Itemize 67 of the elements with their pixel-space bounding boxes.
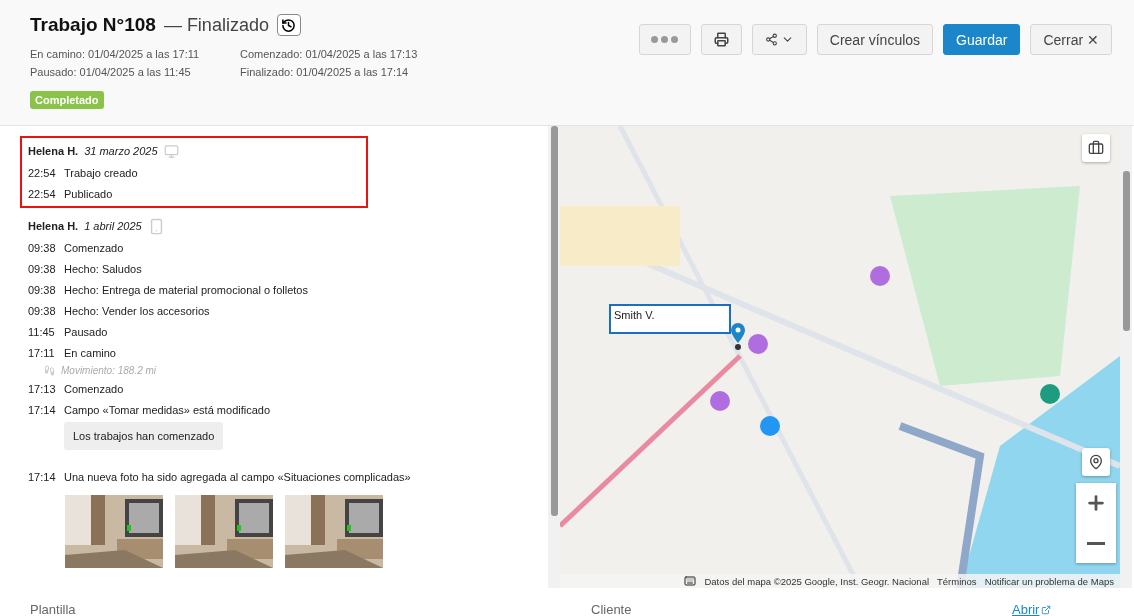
share-button[interactable]	[751, 24, 807, 55]
status-date: Comenzado: 01/04/2025 a las 17:13	[240, 48, 419, 60]
entry-text: Hecho: Vender los accesorios	[64, 304, 210, 317]
entry-time: 09:38	[28, 241, 56, 254]
entry-text: Una nueva foto ha sido agregada al campo «Situaciones complicadas»	[64, 470, 411, 483]
footprints-icon	[44, 365, 55, 376]
zoom-out-button[interactable]	[1076, 523, 1116, 563]
author-name: Helena H.	[28, 145, 79, 157]
print-icon	[713, 32, 729, 47]
entry-text: En camino	[64, 346, 116, 359]
marker-label: Smith V.	[609, 304, 731, 334]
status-date: Pausado: 01/04/2025 a las 11:45	[30, 66, 192, 78]
keyboard-icon[interactable]	[684, 575, 697, 587]
entry-time: 11:45	[28, 325, 56, 338]
entry-date: 1 abril 2025	[84, 220, 142, 232]
author-name: Helena H.	[28, 220, 79, 232]
entry-date: 31 marzo 2025	[84, 145, 158, 157]
status-date: En camino: 01/04/2025 a las 17:11	[30, 48, 201, 60]
open-link[interactable]: Abrir	[1012, 603, 1052, 616]
entry-text: Campo «Tomar medidas» está modificado	[64, 403, 271, 416]
entry-text: Hecho: Entrega de material promocional o folletos	[64, 283, 308, 296]
history-icon	[281, 17, 297, 33]
entry-time: 17:14	[28, 403, 56, 416]
map-link[interactable]: Notificar un problema de Maps	[984, 575, 1114, 587]
job-title: Trabajo N°108	[30, 14, 156, 36]
job-status: — Finalizado	[163, 14, 269, 36]
share-icon	[764, 33, 778, 46]
monitor-icon	[163, 143, 179, 159]
entry-text: Publicado	[64, 187, 113, 200]
entry-time: 22:54	[28, 187, 56, 200]
location-pin-icon	[1088, 454, 1104, 470]
zoom-in-button[interactable]	[1076, 483, 1116, 523]
briefcase-button[interactable]	[1082, 134, 1110, 162]
map-link[interactable]: Términos	[937, 575, 977, 587]
status-badge: Completado	[30, 91, 104, 109]
entry-time: 17:13	[28, 382, 56, 395]
scrollbar[interactable]	[548, 126, 560, 588]
map-pin-icon	[731, 323, 745, 351]
plus-icon	[1085, 492, 1107, 514]
field-label: Cliente	[591, 603, 633, 616]
entry-time: 09:38	[28, 283, 56, 296]
history-button[interactable]	[276, 14, 301, 36]
entry-time: 17:11	[28, 346, 56, 359]
entry-text: Hecho: Saludos	[64, 262, 142, 275]
map-attribution: Datos del mapa ©2025 Google, Inst. Geogr. Nacional	[704, 575, 930, 587]
entry-time: 09:38	[28, 262, 56, 275]
entry-time: 17:14	[28, 470, 56, 483]
create-links-button[interactable]: Crear vínculos	[816, 24, 934, 55]
save-button[interactable]: Guardar	[943, 24, 1021, 55]
print-button[interactable]	[700, 24, 742, 55]
external-link-icon	[1041, 604, 1052, 615]
briefcase-icon	[1088, 140, 1104, 156]
close-button[interactable]: Cerrar ✕	[1030, 24, 1112, 55]
entry-text: Pausado	[64, 325, 108, 338]
status-date: Finalizado: 01/04/2025 a las 17:14	[240, 66, 410, 78]
more-button[interactable]	[638, 24, 691, 55]
entry-text: Trabajo creado	[64, 166, 138, 179]
location-button[interactable]	[1082, 448, 1110, 476]
entry-text: Comenzado	[64, 382, 124, 395]
minus-icon	[1087, 541, 1105, 545]
scrollbar[interactable]	[1120, 126, 1132, 588]
comment-bubble: Los trabajos han comenzado	[64, 422, 224, 450]
movement-text: Movimiento: 188.2 mi	[61, 365, 157, 376]
field-label: Plantilla	[30, 603, 77, 616]
entry-text: Comenzado	[64, 241, 124, 254]
entry-time: 09:38	[28, 304, 56, 317]
entry-time: 22:54	[28, 166, 56, 179]
